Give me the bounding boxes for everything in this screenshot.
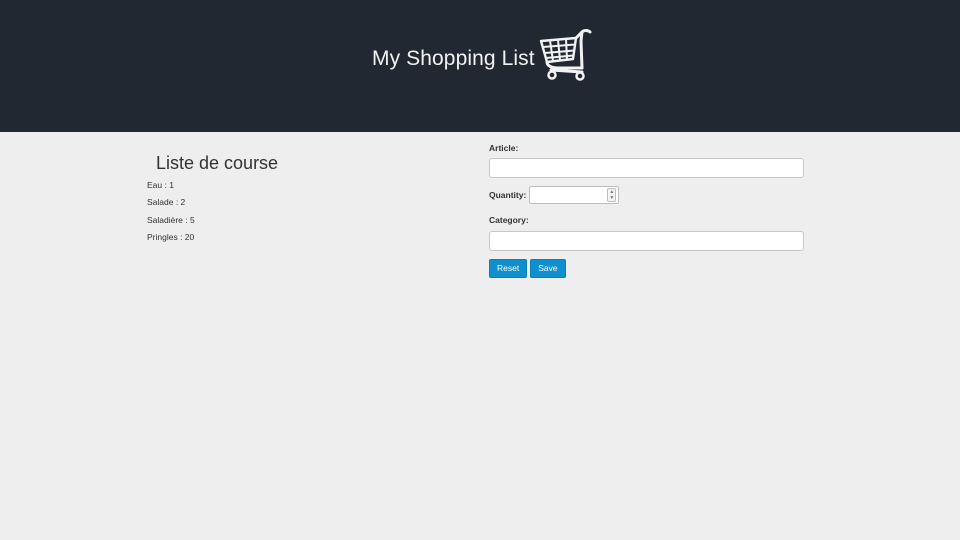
page-header: My Shopping List [0, 0, 960, 132]
category-label: Category: [489, 215, 529, 225]
item-form: Article: Quantity: ▲ ▼ Category: Reset S… [489, 142, 809, 278]
quantity-label: Quantity: [489, 190, 527, 200]
form-actions: Reset Save [489, 259, 809, 278]
quantity-row: Quantity: ▲ ▼ [489, 186, 809, 204]
shopping-list-panel: Liste de course Eau : 1 Salade : 2 Salad… [147, 150, 447, 246]
app-title: My Shopping List [372, 46, 535, 70]
shopping-cart-icon [539, 29, 592, 81]
category-input[interactable] [489, 231, 804, 251]
reset-button[interactable]: Reset [489, 259, 528, 278]
quantity-input[interactable]: ▲ ▼ [529, 186, 620, 204]
brand: My Shopping List [372, 28, 594, 84]
list-item: Eau : 1 [147, 180, 174, 190]
list-title: Liste de course [156, 153, 279, 173]
list-item: Pringles : 20 [147, 231, 195, 242]
article-label: Article: [489, 143, 519, 153]
article-input[interactable] [489, 158, 804, 178]
list-item: Salade : 2 [147, 197, 186, 208]
chevron-down-icon[interactable]: ▼ [608, 195, 615, 201]
save-button[interactable]: Save [530, 259, 566, 278]
list-item: Saladière : 5 [147, 214, 195, 225]
quantity-stepper[interactable]: ▲ ▼ [607, 188, 617, 202]
